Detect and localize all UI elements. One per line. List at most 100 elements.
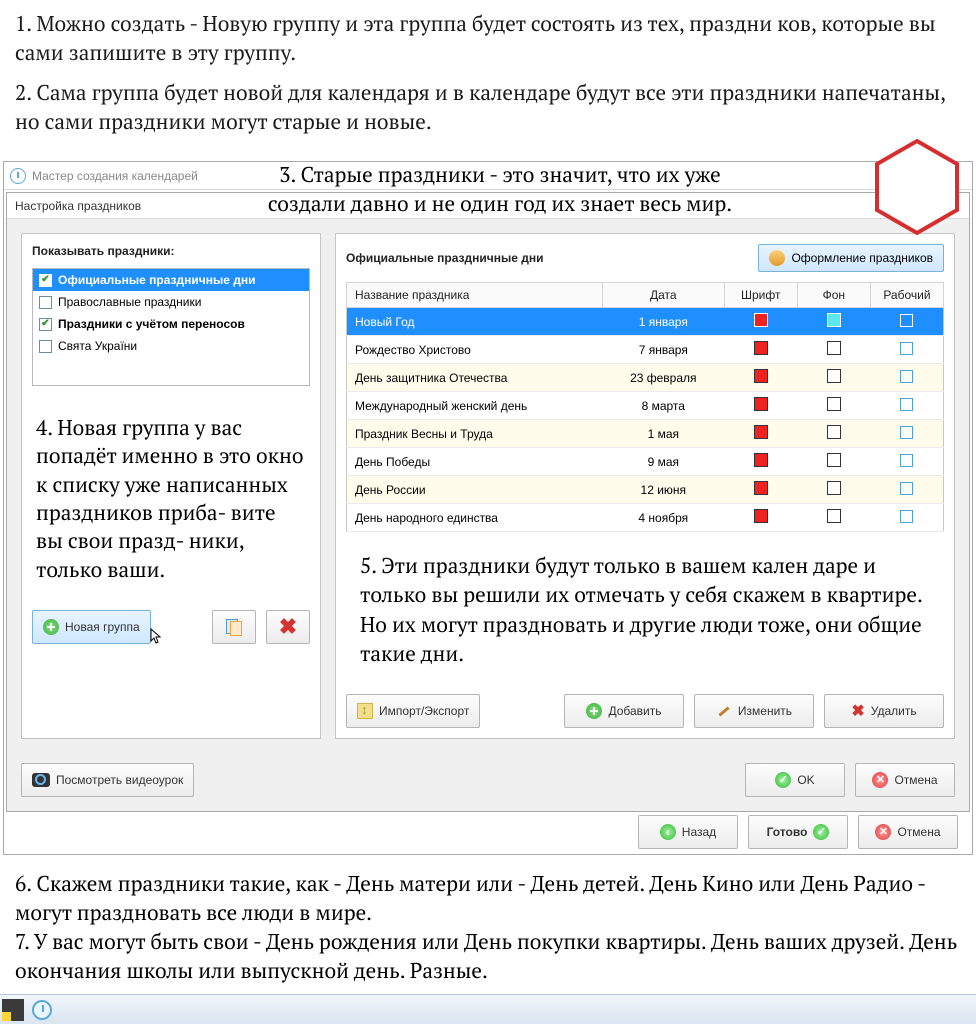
bg-swatch[interactable]: [827, 481, 841, 495]
work-checkbox[interactable]: [900, 398, 913, 411]
cell-date: 23 февраля: [602, 364, 724, 392]
group-item-orthodox[interactable]: Православные праздники: [33, 291, 309, 313]
group-item-official[interactable]: Официальные праздничные дни: [33, 269, 309, 291]
button-label: Отмена: [894, 773, 937, 787]
col-date[interactable]: Дата: [602, 283, 724, 308]
delete-icon: ✖: [851, 701, 864, 721]
groups-panel: Показывать праздники: Официальные праздн…: [21, 233, 321, 739]
button-label: Изменить: [738, 704, 792, 718]
video-tutorial-button[interactable]: Посмотреть видеоурок: [21, 763, 194, 797]
delete-icon: ✖: [279, 614, 297, 640]
groups-list[interactable]: Официальные праздничные дни Православные…: [32, 268, 310, 386]
bg-swatch[interactable]: [827, 425, 841, 439]
checkbox-icon[interactable]: [39, 296, 52, 309]
bg-swatch[interactable]: [827, 509, 841, 523]
font-swatch[interactable]: [754, 509, 768, 523]
work-checkbox[interactable]: [900, 342, 913, 355]
cancel-button[interactable]: ✕ Отмена: [855, 763, 955, 797]
button-label: Отмена: [897, 825, 940, 839]
work-checkbox[interactable]: [900, 454, 913, 467]
col-bg[interactable]: Фон: [797, 283, 870, 308]
font-swatch[interactable]: [754, 397, 768, 411]
taskbar[interactable]: [0, 994, 976, 1024]
bg-swatch[interactable]: [827, 341, 841, 355]
work-checkbox[interactable]: [900, 370, 913, 383]
font-swatch[interactable]: [754, 453, 768, 467]
font-swatch[interactable]: [754, 369, 768, 383]
button-label: Назад: [682, 825, 716, 839]
table-row[interactable]: Международный женский день 8 марта: [347, 392, 944, 420]
copy-icon: [226, 619, 242, 635]
button-label: Готово: [767, 825, 808, 839]
table-row[interactable]: Новый Год 1 января: [347, 308, 944, 336]
group-label: Официальные праздничные дни: [58, 273, 255, 287]
holiday-style-button[interactable]: Оформление праздников: [758, 244, 944, 272]
table-row[interactable]: День Победы 9 мая: [347, 448, 944, 476]
bg-swatch[interactable]: [827, 397, 841, 411]
note-1: 1. Можно создать - Новую группу и эта гр…: [15, 10, 961, 69]
cell-date: 12 июня: [602, 476, 724, 504]
wizard-back-button[interactable]: ‹ Назад: [638, 815, 738, 849]
cell-name: День защитника Отечества: [347, 364, 603, 392]
bg-swatch[interactable]: [827, 369, 841, 383]
cell-date: 9 мая: [602, 448, 724, 476]
work-checkbox[interactable]: [900, 426, 913, 439]
checkbox-icon[interactable]: [39, 274, 52, 287]
cell-name: Праздник Весны и Труда: [347, 420, 603, 448]
button-label: Добавить: [608, 704, 661, 718]
group-item-ukraine[interactable]: Свята України: [33, 335, 309, 357]
palette-icon: [769, 250, 785, 266]
group-label: Свята України: [58, 339, 137, 353]
work-checkbox[interactable]: [900, 314, 913, 327]
plus-icon: [586, 703, 602, 719]
group-label: Православные праздники: [58, 295, 201, 309]
cancel-icon: ✕: [875, 824, 891, 840]
wizard-cancel-button[interactable]: ✕ Отмена: [858, 815, 958, 849]
work-checkbox[interactable]: [900, 510, 913, 523]
col-font[interactable]: Шрифт: [724, 283, 797, 308]
cell-name: День России: [347, 476, 603, 504]
wizard-window: Мастер создания календарей ✕ Настройка п…: [3, 161, 973, 855]
checkbox-icon[interactable]: [39, 340, 52, 353]
delete-holiday-button[interactable]: ✖ Удалить: [824, 694, 944, 728]
button-label: Посмотреть видеоурок: [56, 773, 183, 787]
ok-button[interactable]: ✓ OK: [745, 763, 845, 797]
edit-holiday-button[interactable]: Изменить: [694, 694, 814, 728]
font-swatch[interactable]: [754, 341, 768, 355]
camera-icon: [32, 773, 50, 787]
work-checkbox[interactable]: [900, 482, 913, 495]
holidays-table[interactable]: Название праздника Дата Шрифт Фон Рабочи…: [346, 282, 944, 532]
table-row[interactable]: Рождество Христово 7 января: [347, 336, 944, 364]
checkbox-icon[interactable]: [39, 318, 52, 331]
wizard-finish-button[interactable]: Готово ✓: [748, 815, 848, 849]
ok-icon: ✓: [775, 772, 791, 788]
cell-date: 1 января: [602, 308, 724, 336]
table-row[interactable]: Праздник Весны и Труда 1 мая: [347, 420, 944, 448]
col-name[interactable]: Название праздника: [347, 283, 603, 308]
arrow-left-icon: ‹: [660, 824, 676, 840]
bg-swatch[interactable]: [827, 313, 841, 327]
taskbar-app-icon[interactable]: [2, 999, 24, 1021]
cell-date: 8 марта: [602, 392, 724, 420]
add-holiday-button[interactable]: Добавить: [564, 694, 684, 728]
cell-date: 4 ноября: [602, 504, 724, 532]
bg-swatch[interactable]: [827, 453, 841, 467]
holiday-dialog: Настройка праздников ✕ Показывать праздн…: [6, 192, 970, 812]
col-work[interactable]: Рабочий: [870, 283, 943, 308]
new-group-button[interactable]: Новая группа: [32, 610, 151, 644]
group-item-transfers[interactable]: Праздники с учётом переносов: [33, 313, 309, 335]
delete-group-button[interactable]: ✖: [266, 610, 310, 644]
font-swatch[interactable]: [754, 481, 768, 495]
import-export-icon: [357, 703, 373, 719]
cell-date: 7 января: [602, 336, 724, 364]
table-row[interactable]: День защитника Отечества 23 февраля: [347, 364, 944, 392]
groups-heading: Показывать праздники:: [32, 244, 310, 258]
copy-group-button[interactable]: [212, 610, 256, 644]
table-row[interactable]: День народного единства 4 ноября: [347, 504, 944, 532]
wizard-title: Мастер создания календарей: [32, 169, 198, 183]
font-swatch[interactable]: [754, 313, 768, 327]
taskbar-clock-icon[interactable]: [32, 1000, 52, 1020]
import-export-button[interactable]: Импорт/Экспорт: [346, 694, 480, 728]
table-row[interactable]: День России 12 июня: [347, 476, 944, 504]
font-swatch[interactable]: [754, 425, 768, 439]
